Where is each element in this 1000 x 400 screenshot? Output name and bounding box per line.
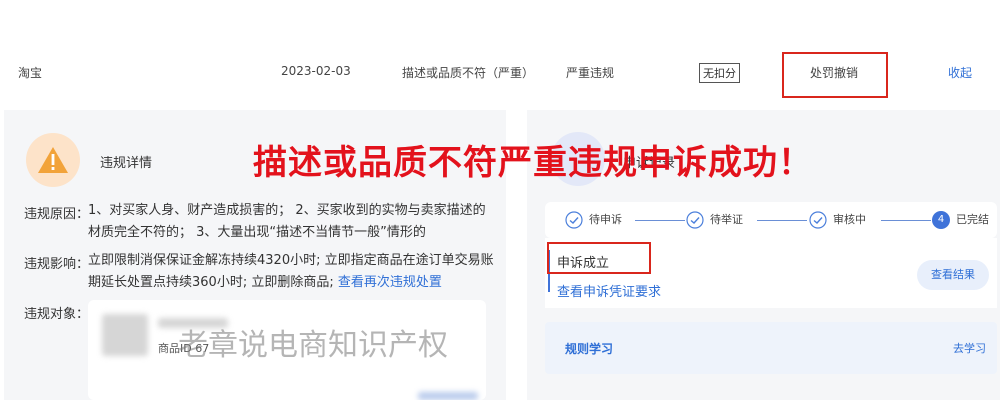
impact-text: 立即限制消保保证金解冻持续4320小时; 立即指定商品在途订单交易账期延长处置点…: [88, 250, 498, 294]
go-learn-link[interactable]: 去学习: [953, 340, 986, 356]
appeal-success-banner: 描述或品质不符严重违规申诉成功！: [253, 143, 813, 183]
appeal-status: 申诉成立: [557, 256, 610, 271]
reason-text: 1、对买家人身、财产造成损害的； 2、买家收到的实物与卖家描述的材质完全不符的；…: [88, 203, 486, 240]
appeal-progress-steps: 待申诉 待举证 审核中 4 已完结: [545, 202, 997, 238]
penalty-status: 处罚撤销: [810, 66, 859, 80]
rule-learning-title: 规则学习: [565, 342, 614, 356]
evidence-requirement-row: 查看申诉凭证要求: [557, 281, 661, 300]
reason-label: 违规原因：: [24, 207, 90, 222]
product-thumbnail: [102, 314, 148, 356]
violation-severity: 严重违规: [566, 66, 615, 80]
watermark-text: 老章说电商知识产权: [178, 328, 448, 363]
product-link-redacted: [418, 392, 478, 400]
rule-learning-bar: 规则学习 去学习: [545, 322, 997, 374]
evidence-requirement-link[interactable]: 申诉凭证要求: [583, 285, 661, 300]
step-connector: [881, 220, 931, 221]
violation-record-row: 淘宝 2023-02-03 描述或品质不符（严重） 严重违规 无扣分 处罚撤销 …: [0, 0, 1000, 108]
impact-label: 违规影响：: [24, 257, 90, 272]
check-circle-icon: [686, 211, 704, 233]
step-pending-appeal: 待申诉: [589, 213, 622, 226]
step-connector: [757, 220, 807, 221]
view-prefix: 查看: [557, 285, 584, 300]
repeat-violation-link[interactable]: 查看再次违规处置: [338, 275, 442, 290]
check-circle-icon: [565, 211, 583, 233]
deduction-tag: 无扣分: [699, 63, 740, 83]
step-under-review: 审核中: [833, 213, 866, 226]
warning-icon: [26, 133, 80, 187]
step-number-badge: 4: [932, 211, 950, 229]
view-result-button[interactable]: 查看结果: [917, 260, 989, 290]
step-pending-evidence: 待举证: [710, 213, 743, 226]
step-connector: [635, 220, 685, 221]
violation-reason: 描述或品质不符（严重）: [402, 66, 535, 80]
object-label: 违规对象：: [24, 307, 90, 322]
violation-date: 2023-02-03: [281, 64, 351, 78]
appeal-result-card: 申诉成立 查看申诉凭证要求 查看结果: [545, 238, 997, 308]
collapse-link[interactable]: 收起: [948, 64, 972, 81]
check-circle-icon: [809, 211, 827, 233]
step-completed: 已完结: [956, 213, 989, 226]
platform-name: 淘宝: [18, 66, 43, 80]
violation-details-title: 违规详情: [100, 156, 153, 171]
